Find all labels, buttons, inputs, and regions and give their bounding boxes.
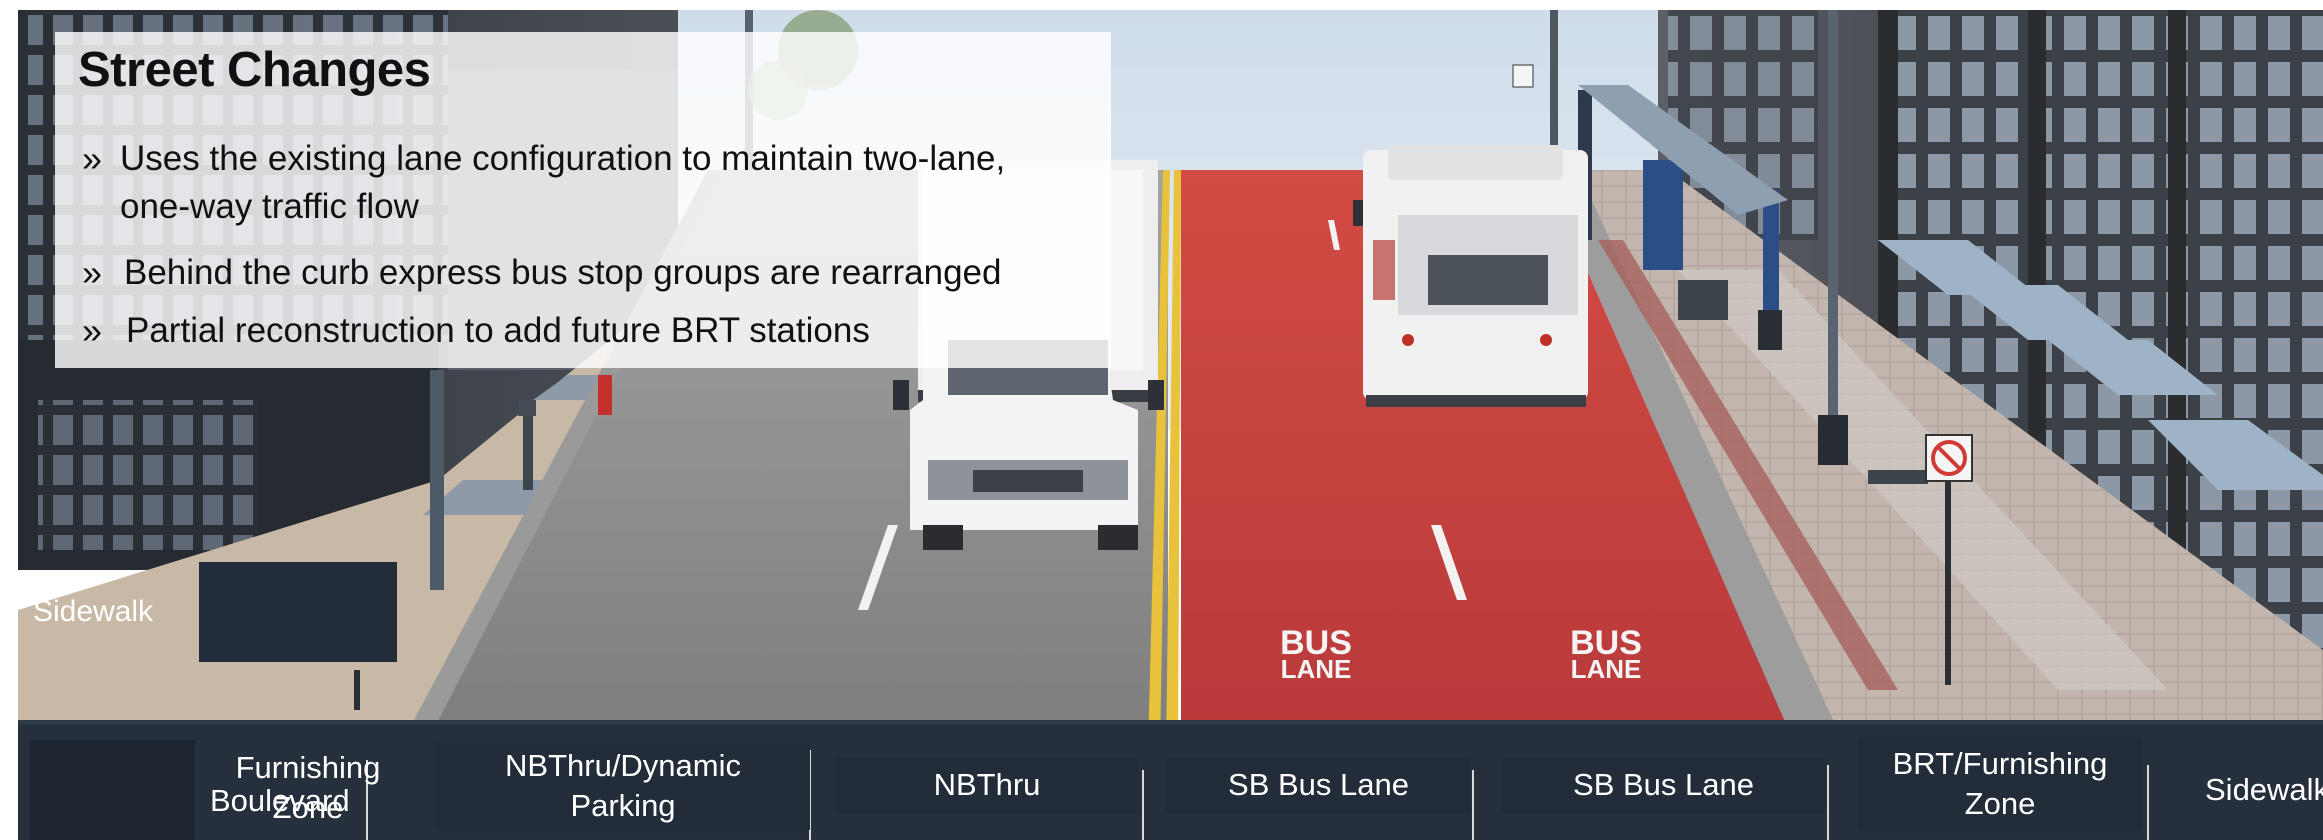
- boulevard-label-pill: [30, 740, 195, 840]
- nbthru-dynamic-parking-label: NBThru/Dynamic Parking: [436, 742, 810, 830]
- sb-bus-lane-text-2: SB Bus Lane: [1573, 767, 1754, 802]
- bullet-glyph-3: »: [82, 310, 103, 351]
- bullet-glyph-1: »: [82, 138, 103, 179]
- brt-furnishing-zone-label: BRT/Furnishing Zone: [1858, 738, 2142, 830]
- bus-lane-marking-line2: LANE: [1281, 654, 1352, 684]
- bullet-item-3: Partial reconstruction to add future BRT…: [126, 311, 870, 350]
- bullet-item-1: Uses the existing lane configuration to …: [120, 139, 1006, 226]
- sidewalk-label-bg: [199, 562, 397, 662]
- sb-bus-lane-label-2: SB Bus Lane: [1502, 757, 1825, 813]
- bus-lane-marking-line2: LANE: [1571, 654, 1642, 684]
- sidewalk-left-label: Sidewalk: [33, 595, 154, 628]
- nbthru-label: NBThru: [836, 757, 1138, 813]
- slide-canvas: BUS LANE BUS LANE Sidewalk Boulevard Fur…: [0, 0, 2323, 840]
- brt-furnishing-zone-text: BRT/Furnishing Zone: [1892, 746, 2108, 821]
- furnishing-zone-label: Furnishing Zone: [235, 750, 381, 825]
- slide-title: Street Changes: [78, 43, 431, 97]
- sidewalk-right-label: Sidewalk: [2205, 772, 2323, 807]
- sb-bus-lane-label-1: SB Bus Lane: [1166, 757, 1471, 813]
- sb-bus-lane-text-1: SB Bus Lane: [1228, 767, 1409, 802]
- bullet-glyph-2: »: [82, 252, 103, 293]
- bullet-item-2: Behind the curb express bus stop groups …: [124, 253, 1002, 292]
- nbthru-text: NBThru: [933, 767, 1041, 802]
- nbthru-dynamic-parking-text: NBThru/Dynamic Parking: [505, 748, 741, 823]
